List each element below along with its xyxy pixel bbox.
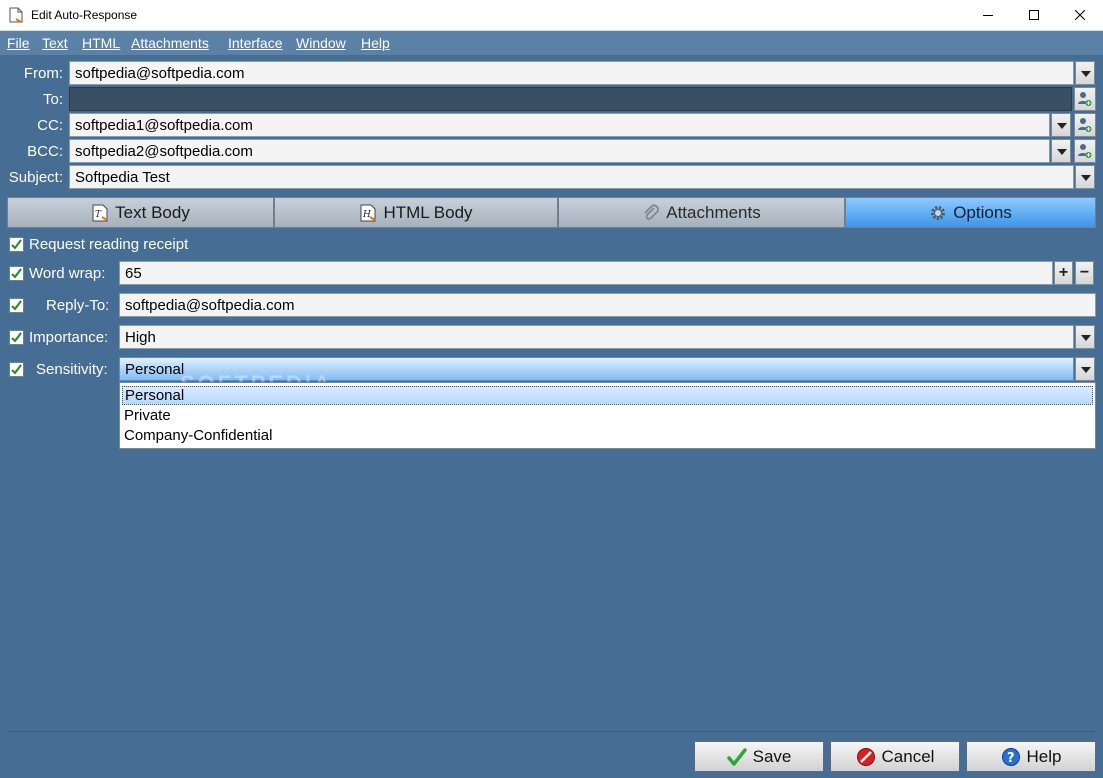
checkmark-icon [11,364,22,375]
from-label: From: [23,65,63,82]
cancel-button-label: Cancel [881,746,935,766]
menu-html[interactable]: HTML [82,35,120,51]
maximize-button[interactable] [1011,0,1057,31]
address-book-icon [1078,92,1092,106]
menu-file[interactable]: File [7,35,30,51]
tab-html-body-label: HTML Body [383,202,473,222]
tab-attachments-label: Attachments [666,202,761,222]
sensitivity-option-company-confidential[interactable]: Company-Confidential [124,427,272,444]
menu-interface[interactable]: Interface [228,35,282,51]
close-button[interactable] [1057,0,1103,31]
cc-dropdown-button[interactable] [1051,113,1071,137]
bcc-field[interactable]: softpedia2@softpedia.com [69,139,1050,163]
gear-icon [931,205,946,220]
word-wrap-input[interactable]: 65 [119,261,1053,285]
html-body-icon: H [360,204,376,221]
checkmark-icon [11,268,22,279]
to-address-book-button[interactable] [1074,87,1096,111]
tab-text-body[interactable]: T Text Body [7,197,274,228]
bcc-address-book-button[interactable] [1074,139,1096,163]
subject-label: Subject: [8,169,63,186]
address-book-icon [1078,144,1092,158]
cc-label: CC: [37,117,63,134]
bcc-dropdown-button[interactable] [1051,139,1071,163]
subject-dropdown-button[interactable] [1075,165,1095,189]
tab-options-label: Options [953,202,1012,222]
checkmark-icon [11,332,22,343]
menu-attachments[interactable]: Attachments [131,35,209,51]
bcc-label: BCC: [27,143,63,160]
cancel-button[interactable]: Cancel [830,741,960,772]
sensitivity-dropdown-button[interactable] [1075,357,1095,381]
importance-checkbox[interactable] [9,330,24,345]
word-wrap-decrement-button[interactable]: − [1075,261,1094,285]
close-icon [1075,10,1085,20]
svg-text:T: T [95,210,102,220]
checkmark-icon [11,239,22,250]
checkmark-icon [11,300,22,311]
checkmark-icon [726,747,747,766]
title-bar: Edit Auto-Response [0,0,1103,31]
help-button-label: Help [1026,746,1062,766]
read-receipt-label: Request reading receipt [29,236,189,253]
sensitivity-option-personal[interactable]: Personal [122,386,1093,405]
menu-text[interactable]: Text [42,35,68,51]
subject-field[interactable]: Softpedia Test [69,165,1074,189]
save-button[interactable]: Save [694,741,824,772]
cc-field[interactable]: softpedia1@softpedia.com [69,113,1050,137]
cc-address-book-button[interactable] [1074,113,1096,137]
tab-html-body[interactable]: H HTML Body [274,197,558,228]
minimize-icon [983,15,993,16]
svg-text:?: ? [1007,751,1015,766]
tab-text-body-label: Text Body [115,202,190,222]
text-body-icon: T [92,204,108,221]
importance-select[interactable]: High [119,325,1074,349]
menu-window[interactable]: Window [296,35,346,51]
from-field[interactable]: softpedia@softpedia.com [69,61,1074,85]
sensitivity-label: Sensitivity: [36,361,108,378]
window-title: Edit Auto-Response [31,8,138,22]
importance-dropdown-button[interactable] [1075,325,1095,349]
menu-bar: File Text HTML Attachments Interface Win… [0,31,1103,55]
help-icon: ? [1001,747,1020,766]
svg-text:H: H [362,210,371,220]
tab-attachments[interactable]: Attachments [558,197,845,228]
app-icon [9,7,23,23]
read-receipt-checkbox[interactable] [9,237,24,252]
paperclip-icon [644,204,660,220]
maximize-icon [1029,10,1039,20]
address-book-icon [1078,118,1092,132]
minimize-button[interactable] [965,0,1011,31]
footer-divider [8,731,1095,732]
cancel-icon [856,747,875,766]
help-button[interactable]: ? Help [966,741,1096,772]
sensitivity-checkbox[interactable] [9,362,24,377]
save-button-label: Save [752,746,792,766]
word-wrap-checkbox[interactable] [9,266,24,281]
sensitivity-dropdown-list: Personal Private Company-Confidential [119,382,1096,449]
to-label: To: [42,91,63,108]
to-field[interactable] [69,87,1072,111]
word-wrap-label: Word wrap: [29,265,106,282]
reply-to-label: Reply-To: [46,297,110,314]
from-dropdown-button[interactable] [1075,61,1095,85]
word-wrap-increment-button[interactable]: + [1054,261,1073,285]
reply-to-input[interactable]: softpedia@softpedia.com [119,293,1096,317]
reply-to-checkbox[interactable] [9,298,24,313]
menu-help[interactable]: Help [361,35,390,51]
sensitivity-option-private[interactable]: Private [124,407,171,424]
importance-label: Importance: [29,329,109,346]
tab-options[interactable]: Options [845,197,1096,228]
